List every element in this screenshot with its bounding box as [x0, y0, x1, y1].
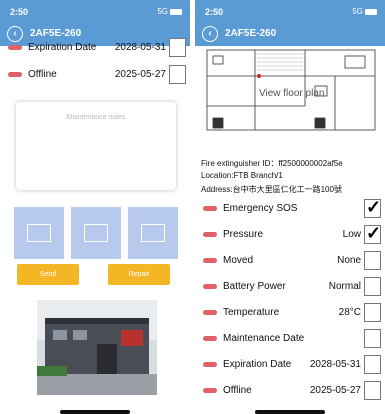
row-checkbox[interactable]: [364, 197, 381, 218]
back-arrow-icon[interactable]: ‹: [202, 26, 218, 42]
row-checkbox[interactable]: [364, 223, 381, 244]
row-checkbox[interactable]: [364, 277, 381, 296]
page-title: 2AF5E-260: [225, 28, 277, 39]
row-value: 28°C: [338, 307, 361, 318]
home-indicator: [255, 410, 325, 414]
image-slot-1[interactable]: [14, 207, 64, 259]
row-label: Moved: [223, 255, 254, 266]
row-checkbox[interactable]: [169, 65, 186, 84]
status-pill: [203, 388, 217, 393]
status-row-pressure: Pressure Low: [195, 223, 385, 247]
notes-placeholder: Maintenance notes: [66, 114, 126, 121]
image-placeholder-icon: [84, 224, 108, 242]
status-pill: [8, 45, 22, 50]
location-text: Location:FTB Branch/1: [201, 171, 283, 180]
signal-label: 5G: [157, 7, 168, 16]
status-row-moved: Moved None: [195, 249, 385, 273]
row-value: None: [337, 255, 361, 266]
status-pill: [203, 258, 217, 263]
right-screen: 2:50 5G ‹ 2AF5E-260 View floor plan Fire…: [195, 0, 385, 414]
row-label: Temperature: [223, 307, 280, 318]
status-row-maintenance-date: Maintenance Date: [195, 327, 385, 351]
signal-indicator: 5G: [157, 7, 182, 16]
image-placeholder-icon: [27, 224, 51, 242]
building-photo-image: [37, 300, 157, 395]
row-label: Pressure: [223, 229, 264, 240]
row-checkbox[interactable]: [364, 329, 381, 348]
row-label: Battery Power: [223, 281, 286, 292]
row-label: Maintenance Date: [223, 333, 305, 344]
extinguisher-id: Fire extinguisher ID：ff2500000002af5e: [201, 159, 343, 168]
status-pill: [203, 362, 217, 367]
status-pill: [203, 336, 217, 341]
row-value: 2028-05-31: [309, 359, 361, 370]
signal-label: 5G: [352, 7, 363, 16]
address-text: Address:台中市大里區仁化工一路100號: [201, 185, 342, 194]
row-checkbox[interactable]: [364, 251, 381, 270]
row-value: 2028-05-31: [114, 42, 166, 53]
status-row-emergency-sos: Emergency SOS: [195, 197, 385, 221]
row-checkbox[interactable]: [364, 381, 381, 400]
status-bar: 2:50 5G: [195, 0, 385, 22]
row-label: Emergency SOS: [223, 203, 298, 214]
row-checkbox[interactable]: [169, 38, 186, 57]
repair-button[interactable]: Repair: [108, 264, 170, 285]
image-slot-3[interactable]: [128, 207, 178, 259]
status-time: 2:50: [205, 7, 224, 17]
row-checkbox[interactable]: [364, 303, 381, 322]
maintenance-notes-input[interactable]: Maintenance notes: [16, 102, 176, 190]
floor-plan-view[interactable]: View floor plan: [195, 46, 385, 156]
battery-icon: [170, 8, 182, 15]
image-placeholder-icon: [141, 224, 165, 242]
status-row-offline: Offline 2025-05-27: [195, 379, 385, 403]
status-pill: [8, 72, 22, 77]
status-row-temperature: Temperature 28°C: [195, 301, 385, 325]
status-pill: [203, 232, 217, 237]
row-label: Offline: [223, 385, 252, 396]
signal-indicator: 5G: [352, 7, 377, 16]
status-pill: [203, 284, 217, 289]
site-photo: [37, 300, 157, 395]
status-row-expiration-date: Expiration Date 2028-05-31: [195, 353, 385, 377]
home-indicator: [60, 410, 130, 414]
floor-plan-image: [206, 49, 376, 131]
app-header: ‹ 2AF5E-260: [195, 22, 385, 46]
left-screen: 2:50 5G ‹ 2AF5E-260 Expiration Date 2028…: [0, 0, 190, 414]
row-label: Expiration Date: [223, 359, 292, 370]
row-label: Offline: [28, 69, 57, 80]
status-row-expiration-date: Expiration Date 2028-05-31: [0, 36, 190, 60]
image-slot-2[interactable]: [71, 207, 121, 259]
status-bar: 2:50 5G: [0, 0, 190, 22]
status-pill: [203, 206, 217, 211]
row-value: 2025-05-27: [309, 385, 361, 396]
battery-icon: [365, 8, 377, 15]
status-time: 2:50: [10, 7, 29, 17]
status-row-offline: Offline 2025-05-27: [0, 63, 190, 87]
status-row-battery-power: Battery Power Normal: [195, 275, 385, 299]
floor-plan-label: View floor plan: [259, 88, 325, 99]
send-button[interactable]: Send: [17, 264, 79, 285]
status-pill: [203, 310, 217, 315]
row-value: Normal: [328, 281, 361, 292]
row-value: Low: [342, 229, 361, 240]
row-value: 2025-05-27: [114, 69, 166, 80]
row-label: Expiration Date: [28, 42, 97, 53]
row-checkbox[interactable]: [364, 355, 381, 374]
